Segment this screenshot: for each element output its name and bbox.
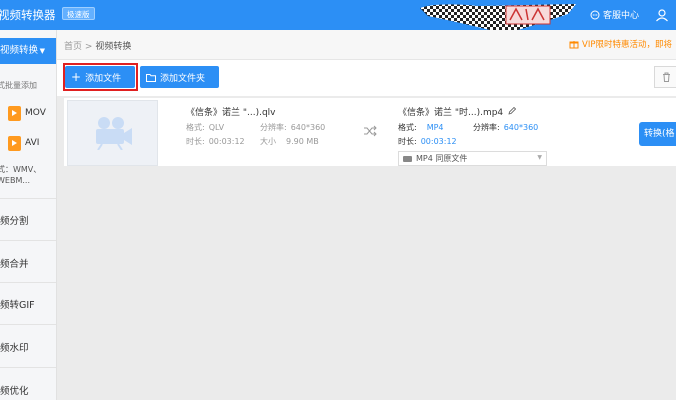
breadcrumb-bar: 首页 > 视频转换 VIP限时特惠活动，即将 <box>57 30 676 60</box>
source-resolution: 分辨率: 640*360 <box>260 122 325 133</box>
source-duration: 时长: 00:03:12 <box>186 136 245 147</box>
trash-icon <box>662 72 670 82</box>
source-format: 格式: QLV <box>186 122 224 133</box>
shuffle-arrow-icon <box>364 125 377 137</box>
chat-icon <box>590 10 600 19</box>
meta-label: 格式: <box>186 123 205 132</box>
other-formats-line: 式：WMV、 <box>0 165 42 174</box>
promo-text: VIP限时特惠活动，即将 <box>582 40 672 50</box>
convert-button[interactable]: 转换(格 <box>639 122 676 146</box>
source-size: 大小 9.90 MB <box>260 136 319 147</box>
source-file-name: 《信条》诺兰 "...).qlv <box>186 108 276 118</box>
meta-label: 大小 <box>260 137 276 146</box>
target-resolution: 分辨率: 640*360 <box>473 122 538 133</box>
play-icon <box>8 135 21 151</box>
chevron-down-icon: ▼ <box>39 47 45 55</box>
breadcrumb: 首页 > 视频转换 <box>64 39 131 52</box>
folder-icon <box>146 73 156 82</box>
video-camera-icon <box>95 117 132 150</box>
target-file-label: 《信条》诺兰 "时...).mp4 <box>398 108 504 118</box>
output-format-value: MP4 同原文件 <box>416 154 468 163</box>
customer-service-link[interactable]: 客服中心 <box>590 8 639 21</box>
add-file-button[interactable]: + 添加文件 <box>65 66 135 88</box>
gift-icon <box>569 41 579 49</box>
format-item-mov[interactable]: MOV <box>8 104 46 122</box>
file-row: 《信条》诺兰 "...).qlv 格式: QLV 分辨率: 640*360 时长: 0… <box>64 98 676 166</box>
user-icon[interactable] <box>655 8 669 22</box>
divider <box>0 240 56 241</box>
batch-add-label: 式批量添加 <box>0 81 37 90</box>
file-list: 《信条》诺兰 "...).qlv 格式: QLV 分辨率: 640*360 时长: 0… <box>57 96 676 400</box>
toolbar: + 添加文件 添加文件夹 <box>57 60 676 96</box>
meta-value: 640*360 <box>503 123 539 132</box>
other-formats-text[interactable]: 式：WMV、 WEBM... <box>0 164 41 186</box>
divider <box>0 282 56 283</box>
meta-label: 分辨率: <box>260 123 287 132</box>
add-file-label: 添加文件 <box>85 73 122 84</box>
version-badge: 极速版 <box>62 7 95 20</box>
meta-value: QLV <box>208 123 225 132</box>
divider <box>0 324 56 325</box>
video-thumbnail[interactable] <box>67 100 158 166</box>
target-file-name[interactable]: 《信条》诺兰 "时...).mp4 <box>398 105 517 118</box>
sidebar-item-merge[interactable]: 频合并 <box>0 256 29 270</box>
sidebar-item-video-convert[interactable]: 视频转换 ▼ <box>0 38 56 64</box>
meta-value: 00:03:12 <box>208 137 245 146</box>
divider <box>0 198 56 199</box>
breadcrumb-current: 视频转换 <box>95 42 132 52</box>
target-format: 格式: MP4 <box>398 122 444 133</box>
breadcrumb-home[interactable]: 首页 <box>64 42 82 52</box>
divider <box>0 367 56 368</box>
clear-list-button[interactable] <box>654 66 676 88</box>
sidebar-item-label: 视频转换 <box>0 45 39 56</box>
add-folder-label: 添加文件夹 <box>160 73 206 84</box>
meta-value: 640*360 <box>290 123 326 132</box>
customer-service-label: 客服中心 <box>603 11 640 21</box>
sidebar-item-gif[interactable]: 频转GIF <box>0 297 35 311</box>
sidebar-item-watermark[interactable]: 频水印 <box>0 340 29 354</box>
promo-banner[interactable]: VIP限时特惠活动，即将 <box>569 38 672 50</box>
plus-icon: + <box>71 70 82 84</box>
meta-value: MP4 <box>426 123 444 132</box>
format-item-avi[interactable]: AVI <box>8 134 39 152</box>
title-bar: 视频转换器 极速版 客服中心 <box>0 0 676 34</box>
video-camera-icon <box>403 155 412 162</box>
sidebar-item-optimize[interactable]: 频优化 <box>0 383 29 397</box>
add-folder-button[interactable]: 添加文件夹 <box>140 66 219 88</box>
meta-label: 时长: <box>398 137 417 146</box>
app-title: 视频转换器 <box>0 8 56 22</box>
output-format-select[interactable]: MP4 同原文件 ▼ <box>398 151 547 166</box>
format-label: MOV <box>25 108 46 118</box>
meta-value: 9.90 MB <box>286 137 319 146</box>
format-label: AVI <box>25 138 40 148</box>
sidebar: 视频转换 ▼ 式批量添加 MOV AVI 式：WMV、 WEBM... 频分割 … <box>0 30 57 400</box>
meta-value: 00:03:12 <box>420 137 457 146</box>
chevron-down-icon: ▼ <box>537 154 542 161</box>
meta-label: 分辨率: <box>473 123 500 132</box>
meta-label: 时长: <box>186 137 205 146</box>
target-duration: 时长: 00:03:12 <box>398 136 457 147</box>
breadcrumb-separator: > <box>84 42 93 52</box>
other-formats-line: WEBM... <box>0 176 30 185</box>
pencil-icon[interactable] <box>508 106 517 115</box>
meta-label: 格式: <box>398 123 417 132</box>
sidebar-item-split[interactable]: 频分割 <box>0 213 29 227</box>
play-icon <box>8 105 21 121</box>
